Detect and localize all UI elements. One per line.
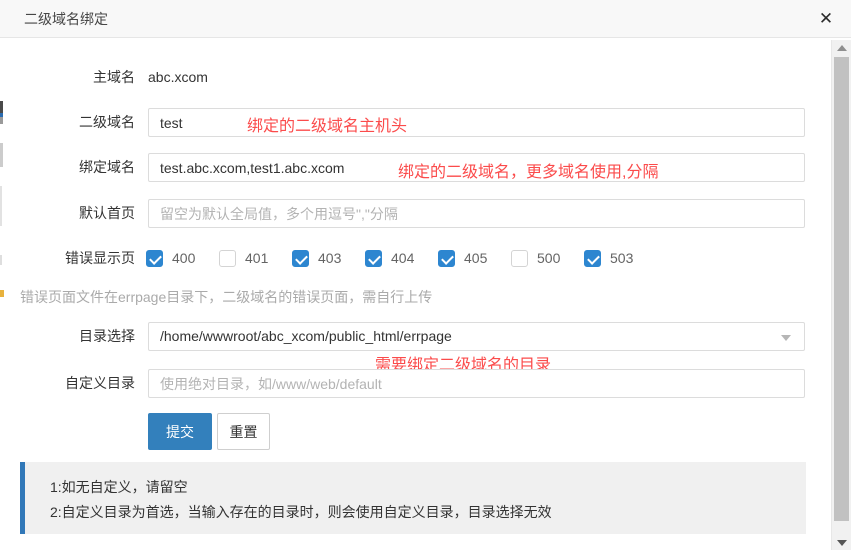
- note-line-2: 2:自定义目录为首选，当输入存在的目录时，则会使用自定义目录，目录选择无效: [50, 500, 806, 525]
- dialog-header: 二级域名绑定 ✕: [0, 0, 851, 38]
- subdomain-row: 二级域名 绑定的二级域名主机头: [0, 108, 820, 137]
- scroll-down-button[interactable]: [832, 534, 851, 550]
- close-icon[interactable]: ✕: [814, 7, 838, 31]
- main-domain-label: 主域名: [0, 66, 135, 88]
- checkbox-500[interactable]: [511, 250, 528, 267]
- checkbox-item-401: 401: [219, 249, 271, 267]
- custom-dir-label: 自定义目录: [0, 369, 135, 398]
- bind-domains-input[interactable]: [148, 153, 805, 182]
- checkbox-503-label: 503: [610, 249, 636, 267]
- submit-button[interactable]: 提交: [148, 413, 212, 450]
- checkbox-item-404: 404: [365, 249, 417, 267]
- subdomain-label: 二级域名: [0, 108, 135, 137]
- checkbox-item-400: 400: [146, 249, 198, 267]
- default-index-input[interactable]: [148, 199, 805, 228]
- chevron-down-icon: [781, 335, 791, 341]
- error-pages-note: 错误页面文件在errpage目录下，二级域名的错误页面，需自行上传: [20, 287, 432, 307]
- error-pages-row: 错误显示页 400 401 403 404 405: [0, 249, 820, 267]
- checkbox-403-label: 403: [318, 249, 344, 267]
- checkbox-400-label: 400: [172, 249, 198, 267]
- checkbox-400[interactable]: [146, 250, 163, 267]
- dir-select-label: 目录选择: [0, 322, 135, 351]
- main-domain-value: abc.xcom: [148, 66, 208, 88]
- dialog-body: 主域名 abc.xcom 二级域名 绑定的二级域名主机头 绑定域名 绑定的二级域…: [0, 38, 831, 550]
- arrow-up-icon: [837, 45, 847, 51]
- checkbox-500-label: 500: [537, 249, 563, 267]
- checkbox-item-403: 403: [292, 249, 344, 267]
- default-index-label: 默认首页: [0, 199, 135, 228]
- scrollbar-thumb[interactable]: [834, 57, 849, 521]
- checkbox-404-label: 404: [391, 249, 417, 267]
- custom-dir-row: 自定义目录: [0, 369, 820, 398]
- dialog-title: 二级域名绑定: [24, 0, 108, 38]
- error-pages-label: 错误显示页: [0, 249, 135, 267]
- note-line-1: 1:如无自定义，请留空: [50, 475, 806, 500]
- bind-domains-label: 绑定域名: [0, 153, 135, 182]
- checkbox-item-405: 405: [438, 249, 490, 267]
- bind-domains-row: 绑定域名 绑定的二级域名，更多域名使用,分隔: [0, 153, 820, 182]
- buttons-row: 提交 重置: [0, 413, 820, 450]
- checkbox-503[interactable]: [584, 250, 601, 267]
- reset-button[interactable]: 重置: [217, 413, 270, 450]
- checkbox-403[interactable]: [292, 250, 309, 267]
- subdomain-input[interactable]: [148, 108, 805, 137]
- checkbox-item-503: 503: [584, 249, 636, 267]
- dir-select-row: 目录选择 /home/wwwroot/abc_xcom/public_html/…: [0, 322, 820, 351]
- main-domain-row: 主域名 abc.xcom: [0, 66, 820, 88]
- checkbox-404[interactable]: [365, 250, 382, 267]
- checkbox-401[interactable]: [219, 250, 236, 267]
- notes-box: 1:如无自定义，请留空 2:自定义目录为首选，当输入存在的目录时，则会使用自定义…: [20, 462, 806, 534]
- scrollbar[interactable]: [831, 40, 851, 550]
- arrow-down-icon: [837, 540, 847, 546]
- error-pages-checkbox-group: 400 401 403 404 405 500: [146, 249, 657, 267]
- checkbox-401-label: 401: [245, 249, 271, 267]
- default-index-row: 默认首页: [0, 199, 820, 228]
- checkbox-item-500: 500: [511, 249, 563, 267]
- checkbox-405-label: 405: [464, 249, 490, 267]
- directory-select-value: /home/wwwroot/abc_xcom/public_html/errpa…: [160, 328, 452, 344]
- custom-dir-input[interactable]: [148, 369, 805, 398]
- directory-select[interactable]: /home/wwwroot/abc_xcom/public_html/errpa…: [148, 322, 805, 351]
- scroll-up-button[interactable]: [832, 40, 851, 56]
- checkbox-405[interactable]: [438, 250, 455, 267]
